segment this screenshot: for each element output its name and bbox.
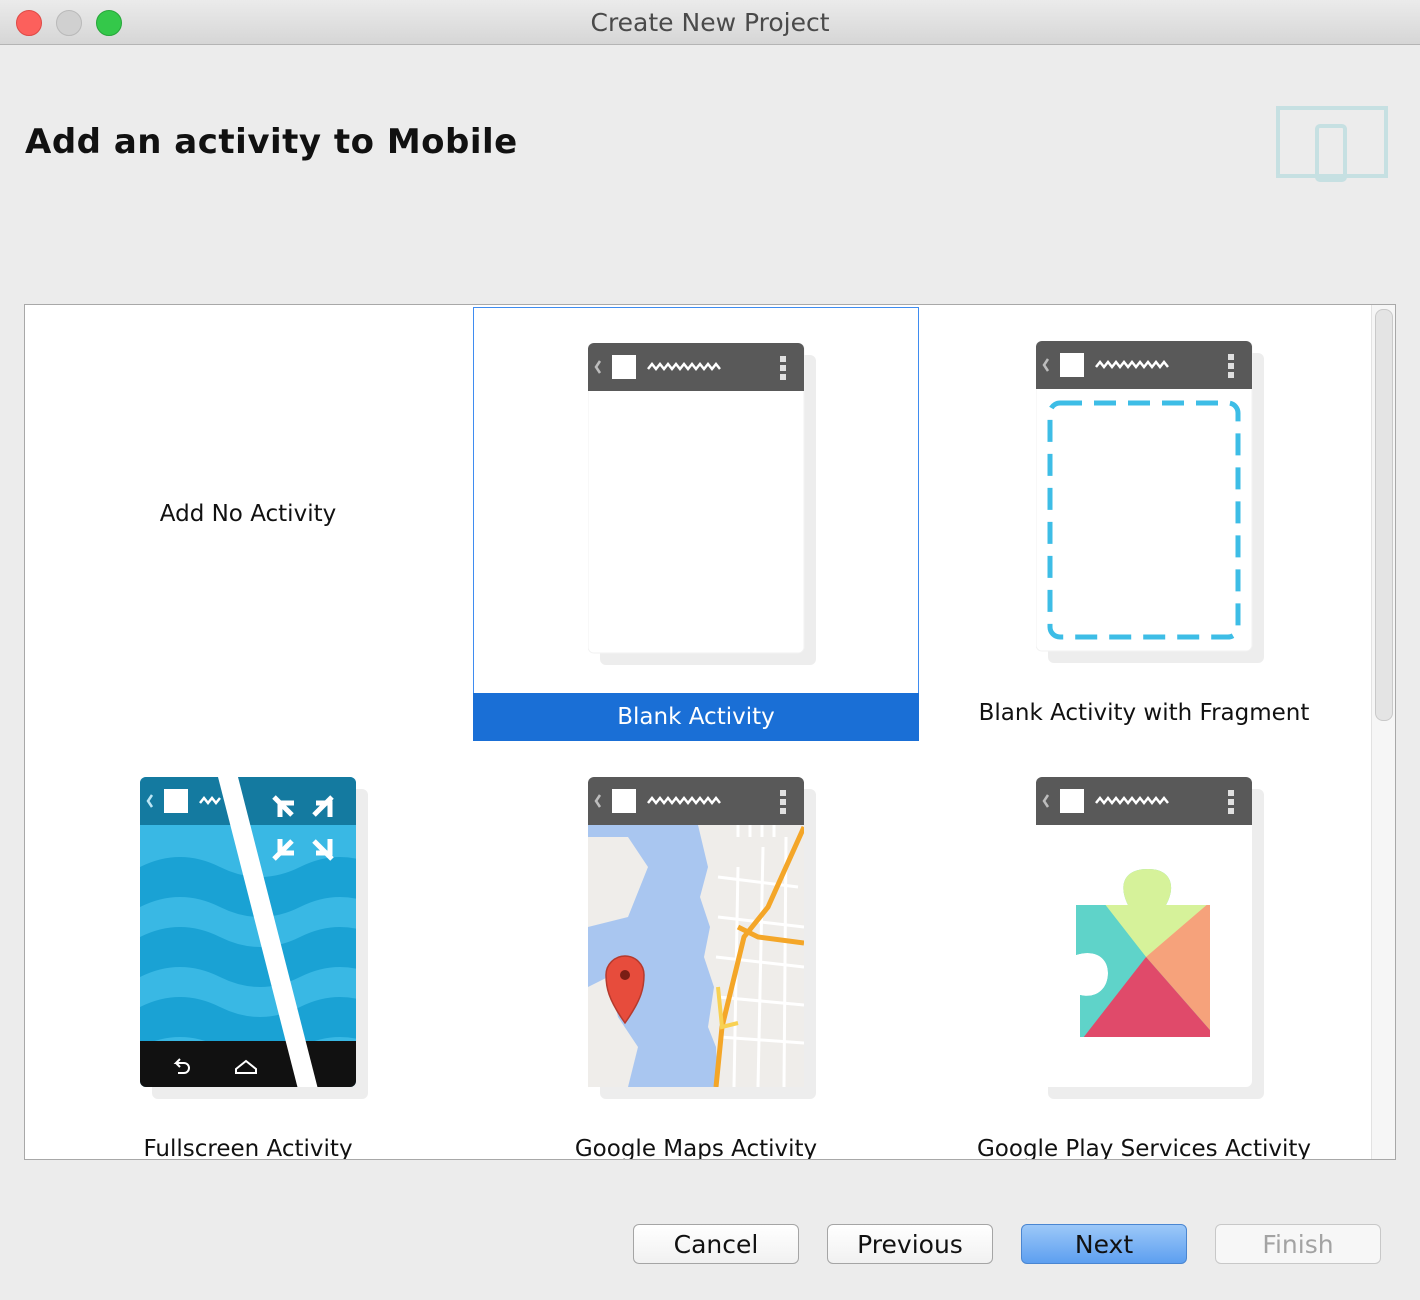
title-bar: Create New Project <box>0 0 1420 45</box>
gallery-item-label: Add No Activity <box>159 501 337 527</box>
cancel-button[interactable]: Cancel <box>633 1224 799 1264</box>
gallery-item-label: Blank Activity with Fragment <box>978 700 1310 726</box>
gallery-item-label: Google Maps Activity <box>574 1136 818 1160</box>
mobile-device-icon <box>1276 106 1388 182</box>
gallery-item-add-no-activity[interactable]: Add No Activity <box>25 305 471 739</box>
gallery-item-label: Blank Activity <box>473 693 919 741</box>
scrollbar-thumb[interactable] <box>1375 309 1393 721</box>
gallery-scrollbar[interactable] <box>1371 305 1395 1159</box>
finish-button[interactable]: Finish <box>1215 1224 1381 1264</box>
window-title: Create New Project <box>590 8 830 37</box>
gallery-item-google-play-services-activity[interactable]: Google Play Services Activity <box>921 741 1367 1160</box>
gallery-item-google-maps-activity[interactable]: Google Maps Activity <box>473 741 919 1160</box>
page-title: Add an activity to Mobile <box>25 122 518 162</box>
gallery-item-blank-activity-fragment[interactable]: Blank Activity with Fragment <box>921 305 1367 739</box>
previous-button[interactable]: Previous <box>827 1224 993 1264</box>
gallery-item-fullscreen-activity[interactable]: Fullscreen Activity <box>25 741 471 1160</box>
gallery-item-blank-activity[interactable]: Blank Activity <box>473 307 919 741</box>
blank-fragment-icon <box>1036 341 1264 663</box>
gallery-item-label: Google Play Services Activity <box>976 1136 1311 1160</box>
google-maps-icon <box>588 777 816 1099</box>
fullscreen-activity-icon <box>140 777 368 1099</box>
next-button[interactable]: Next <box>1021 1224 1187 1264</box>
activity-gallery: Add No Activity Blank Activity Blank Act… <box>24 304 1396 1160</box>
gallery-item-label: Fullscreen Activity <box>143 1136 353 1160</box>
blank-activity-icon <box>588 343 816 665</box>
google-play-services-icon <box>1036 777 1264 1099</box>
